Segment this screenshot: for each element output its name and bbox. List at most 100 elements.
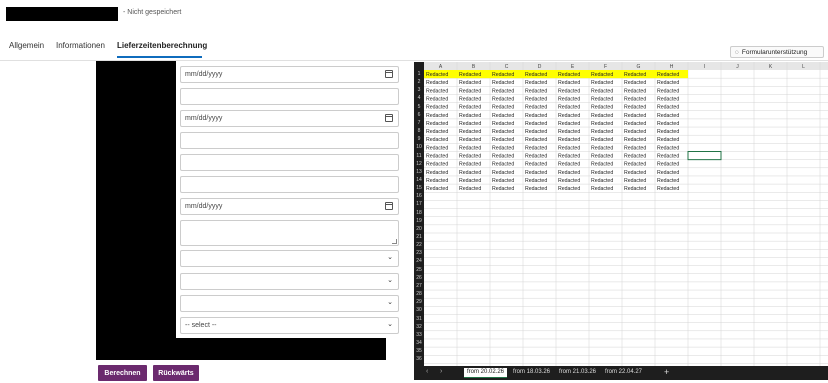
cell-text: Redacted bbox=[426, 186, 448, 192]
date-placeholder: mm/dd/yyyy bbox=[185, 115, 223, 122]
cell-text: Redacted bbox=[657, 129, 679, 135]
form-assist-button[interactable]: ◌ Formularunterstützung bbox=[730, 46, 824, 58]
cell-text: Redacted bbox=[591, 137, 613, 143]
tab-informationen[interactable]: Informationen bbox=[56, 41, 105, 50]
row-number: 22 bbox=[416, 242, 422, 249]
cell-text: Redacted bbox=[459, 162, 481, 168]
cell-text: Redacted bbox=[525, 113, 547, 119]
cell-text: Redacted bbox=[624, 186, 646, 192]
cell-text: Redacted bbox=[624, 137, 646, 143]
spreadsheet-viewer[interactable]: A B C D E F G H I J K L Redacted Redacted Redacted Reda… bbox=[414, 62, 828, 380]
calculate-button[interactable]: Berechnen bbox=[98, 365, 147, 381]
cell-text: Redacted bbox=[492, 162, 514, 168]
select-placeholder: -- select -- bbox=[185, 322, 217, 329]
cell-text: Redacted bbox=[525, 154, 547, 160]
column-header: G bbox=[637, 64, 641, 70]
row-number: 10 bbox=[416, 144, 422, 151]
cell-text: Redacted bbox=[492, 170, 514, 176]
column-header: H bbox=[670, 64, 674, 70]
select-2[interactable]: ⌄ bbox=[180, 273, 399, 290]
tab-bar: Allgemein Informationen Lieferzeitenbere… bbox=[0, 36, 828, 58]
cell-text: Redacted bbox=[525, 170, 547, 176]
cell-text: Redacted bbox=[525, 137, 547, 143]
add-sheet-icon[interactable]: + bbox=[664, 367, 669, 377]
cell-text: Redacted bbox=[459, 186, 481, 192]
date-input-3[interactable]: mm/dd/yyyy bbox=[180, 198, 399, 215]
cell-text: Redacted bbox=[525, 96, 547, 102]
select-4[interactable]: -- select -- ⌄ bbox=[180, 317, 399, 334]
save-status: - Nicht gespeichert bbox=[123, 9, 182, 16]
cell-text: Redacted bbox=[657, 162, 679, 168]
date-input-2[interactable]: mm/dd/yyyy bbox=[180, 110, 399, 127]
calendar-icon[interactable] bbox=[385, 114, 393, 122]
cell-text: Redacted bbox=[426, 96, 448, 102]
chevron-down-icon: ⌄ bbox=[387, 321, 393, 328]
spreadsheet-grid[interactable]: A B C D E F G H I J K LRedacted Redacted Redacted Reda… bbox=[424, 62, 828, 366]
cell-text: Redacted bbox=[558, 145, 580, 151]
date-input-1[interactable]: mm/dd/yyyy bbox=[180, 66, 399, 83]
textarea-input[interactable] bbox=[180, 220, 399, 246]
column-header: I bbox=[704, 64, 705, 70]
column-header: F bbox=[604, 64, 607, 70]
next-sheet-icon[interactable]: › bbox=[440, 368, 442, 375]
cell-text: Redacted bbox=[558, 121, 580, 127]
cell-text: Redacted bbox=[459, 137, 481, 143]
cell-text: Redacted bbox=[492, 80, 514, 86]
cell-text: Redacted bbox=[459, 154, 481, 160]
cell-text: Redacted bbox=[591, 154, 613, 160]
row-number: 5 bbox=[417, 103, 421, 110]
cell-text: Redacted bbox=[558, 170, 580, 176]
prev-sheet-icon[interactable]: ‹ bbox=[426, 368, 428, 375]
cell-text: Redacted bbox=[591, 88, 613, 94]
row-number: 14 bbox=[416, 176, 422, 183]
sheet-tab-1[interactable]: from 20.02.26 bbox=[464, 368, 508, 378]
cell-text: Redacted bbox=[525, 178, 547, 184]
column-header: D bbox=[538, 64, 542, 70]
text-input-4[interactable] bbox=[180, 176, 399, 193]
cell-text: Redacted bbox=[525, 186, 547, 192]
cell-text: Redacted bbox=[459, 72, 481, 78]
row-number: 21 bbox=[416, 234, 422, 240]
row-number: 17 bbox=[416, 201, 422, 208]
cell-text: Redacted bbox=[459, 113, 481, 119]
cell-text: Redacted bbox=[426, 113, 448, 119]
cell-text: Redacted bbox=[591, 170, 613, 176]
back-button[interactable]: Rückwärts bbox=[153, 365, 199, 381]
cell-text: Redacted bbox=[624, 72, 646, 78]
cell-text: Redacted bbox=[558, 96, 580, 102]
cell-text: Redacted bbox=[591, 145, 613, 151]
row-number: 28 bbox=[416, 291, 422, 298]
sheet-tab-3[interactable]: from 21.03.26 bbox=[559, 369, 596, 375]
calendar-icon[interactable] bbox=[385, 202, 393, 210]
tab-allgemein[interactable]: Allgemein bbox=[9, 41, 44, 50]
cell-text: Redacted bbox=[657, 145, 679, 151]
text-input-1[interactable] bbox=[180, 88, 399, 105]
select-3[interactable]: ⌄ bbox=[180, 295, 399, 312]
text-input-2[interactable] bbox=[180, 132, 399, 149]
cell-text: Redacted bbox=[426, 121, 448, 127]
cell-text: Redacted bbox=[426, 178, 448, 184]
cell-text: Redacted bbox=[459, 170, 481, 176]
cell-text: Redacted bbox=[657, 186, 679, 192]
calendar-icon[interactable] bbox=[385, 70, 393, 78]
cell-text: Redacted bbox=[624, 154, 646, 160]
row-number: 18 bbox=[416, 209, 422, 216]
column-header-bar bbox=[424, 62, 828, 70]
row-number: 6 bbox=[417, 111, 421, 118]
cell-text: Redacted bbox=[657, 88, 679, 94]
text-input-3[interactable] bbox=[180, 154, 399, 171]
cell-text: Redacted bbox=[459, 145, 481, 151]
sheet-tab-2[interactable]: from 18.03.26 bbox=[513, 369, 550, 375]
cell-text: Redacted bbox=[558, 72, 580, 78]
chevron-down-icon: ⌄ bbox=[387, 254, 393, 261]
row-number: 35 bbox=[416, 348, 422, 355]
row-number: 19 bbox=[416, 217, 422, 224]
cell-text: Redacted bbox=[558, 129, 580, 135]
cell-text: Redacted bbox=[558, 186, 580, 192]
cell-text: Redacted bbox=[492, 186, 514, 192]
sheet-tab-4[interactable]: from 22.04.27 bbox=[605, 369, 642, 375]
resize-grip-icon[interactable] bbox=[392, 239, 397, 244]
select-1[interactable]: ⌄ bbox=[180, 250, 399, 267]
tab-lieferzeitenberechnung[interactable]: Lieferzeitenberechnung bbox=[117, 41, 207, 50]
row-number: 20 bbox=[416, 225, 422, 232]
